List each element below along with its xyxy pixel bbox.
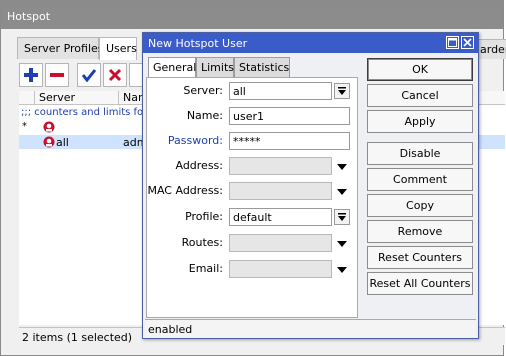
tab-limits[interactable]: Limits: [196, 57, 234, 77]
profile-dropdown-button[interactable]: [334, 209, 350, 225]
mac-address-label: MAC Address:: [147, 184, 223, 197]
column-server[interactable]: Server: [35, 91, 119, 105]
tab-server-profiles[interactable]: Server Profiles: [17, 37, 104, 59]
routes-expand-icon[interactable]: [337, 241, 347, 247]
general-panel: Server: all Name: user1 Password: ***** …: [146, 77, 358, 318]
dropdown-arrow-icon: [338, 86, 346, 95]
name-label: Name:: [186, 109, 223, 122]
password-label: Password:: [167, 134, 223, 147]
address-expand-icon[interactable]: [337, 164, 347, 170]
close-button[interactable]: [461, 36, 474, 49]
reset-counters-button[interactable]: Reset Counters: [367, 246, 473, 269]
server-label: Server:: [183, 84, 223, 97]
reset-all-counters-button[interactable]: Reset All Counters: [367, 272, 473, 295]
mac-address-expand-icon[interactable]: [337, 189, 347, 195]
plus-icon: [24, 68, 38, 82]
cross-icon: [108, 68, 122, 82]
enable-button[interactable]: [77, 63, 101, 87]
column-marker: [19, 91, 35, 105]
comment-button[interactable]: [129, 63, 143, 87]
remove-button[interactable]: [45, 63, 69, 87]
disable-button[interactable]: Disable: [367, 142, 473, 165]
row-marker: *: [22, 121, 27, 132]
row-server: all: [56, 136, 69, 149]
email-field[interactable]: [229, 260, 332, 278]
tab-general[interactable]: General: [148, 57, 196, 78]
routes-label: Routes:: [181, 236, 223, 249]
cancel-button[interactable]: Cancel: [367, 84, 473, 107]
email-label: Email:: [188, 262, 223, 275]
address-label: Address:: [175, 159, 223, 172]
maximize-icon: [448, 38, 457, 47]
tab-users[interactable]: Users: [99, 37, 137, 60]
profile-label: Profile:: [185, 210, 223, 223]
user-icon: [43, 121, 55, 133]
profile-select[interactable]: default: [229, 208, 332, 226]
password-field[interactable]: *****: [229, 132, 350, 150]
user-icon: [43, 136, 55, 148]
dialog-status: enabled: [145, 319, 476, 337]
server-dropdown-button[interactable]: [334, 83, 350, 99]
window-title: Hotspot: [1, 1, 503, 29]
close-icon: [463, 38, 472, 47]
minus-icon: [50, 73, 64, 77]
comment-row: ;;; counters and limits fo: [21, 107, 144, 118]
tab-walled-garden[interactable]: arden: [475, 39, 506, 59]
mac-address-field[interactable]: [229, 182, 332, 200]
comment-button[interactable]: Comment: [367, 168, 473, 191]
routes-field[interactable]: [229, 234, 332, 252]
copy-button[interactable]: Copy: [367, 194, 473, 217]
new-hotspot-user-dialog: New Hotspot User General Limits Statisti…: [142, 32, 479, 339]
apply-button[interactable]: Apply: [367, 110, 473, 133]
ok-button[interactable]: OK: [367, 58, 473, 81]
add-button[interactable]: [19, 63, 43, 87]
remove-button[interactable]: Remove: [367, 220, 473, 243]
dialog-title: New Hotspot User: [143, 33, 478, 53]
maximize-button[interactable]: [446, 36, 459, 49]
name-field[interactable]: user1: [229, 107, 350, 125]
email-expand-icon[interactable]: [337, 267, 347, 273]
tab-statistics[interactable]: Statistics: [234, 57, 290, 77]
dropdown-arrow-icon: [338, 212, 346, 221]
checkmark-icon: [82, 69, 96, 82]
disable-button[interactable]: [103, 63, 127, 87]
address-field[interactable]: [229, 157, 332, 175]
screen: Hotspot Server Profiles Users arden Serv…: [0, 0, 506, 356]
server-select[interactable]: all: [229, 82, 332, 100]
